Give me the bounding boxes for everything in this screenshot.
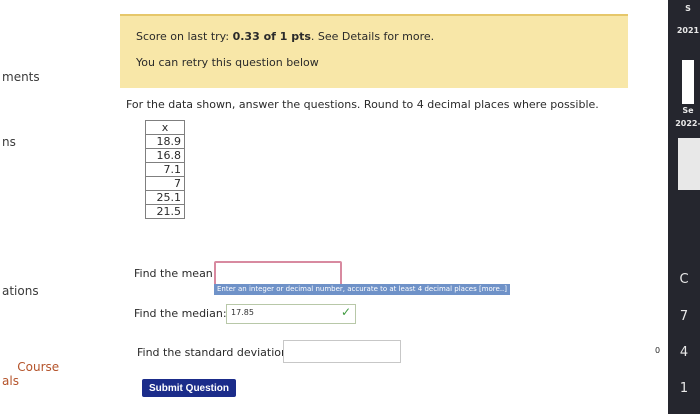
rp-text-se: Se bbox=[682, 106, 694, 115]
sidebar-item-label: Course als bbox=[2, 360, 60, 388]
check-icon: ✓ bbox=[340, 305, 351, 319]
table-row: 7 bbox=[145, 176, 185, 191]
stray-char: 0 bbox=[655, 346, 661, 355]
score-notice: Score on last try: 0.33 of 1 pts. See De… bbox=[120, 14, 628, 88]
table-header-x: x bbox=[145, 120, 185, 135]
sd-input[interactable] bbox=[283, 340, 401, 363]
rp-text-2021: 2021 bbox=[676, 26, 700, 35]
median-label: Find the median: bbox=[134, 307, 227, 320]
table-cell: 18.9 bbox=[145, 134, 185, 149]
score-value: 0.33 of 1 pts bbox=[232, 30, 311, 43]
retry-text: You can retry this question below bbox=[136, 56, 319, 69]
rp-text-2022: 2022- bbox=[675, 119, 700, 128]
question-instructions: For the data shown, answer the questions… bbox=[126, 98, 599, 111]
table-row: 21.5 bbox=[145, 204, 185, 219]
rp-light-block bbox=[678, 138, 700, 190]
rp-number-7[interactable]: 7 bbox=[668, 309, 700, 324]
mean-label: Find the mean: bbox=[134, 267, 217, 280]
right-panel: S 2021 Se 2022- C 7 4 1 bbox=[668, 0, 700, 414]
submit-question-button[interactable]: Submit Question bbox=[142, 379, 236, 397]
table-row: 18.9 bbox=[145, 134, 185, 149]
rp-number-1[interactable]: 1 bbox=[668, 381, 700, 396]
left-sidebar: ments ns ations Course als bbox=[0, 0, 59, 414]
input-hint-tooltip: Enter an integer or decimal number, accu… bbox=[214, 284, 511, 295]
median-value: 17.85 bbox=[231, 308, 254, 317]
sidebar-item-course[interactable]: Course als bbox=[2, 346, 59, 402]
data-table: x 18.9 16.8 7.1 7 25.1 21.5 bbox=[145, 120, 185, 219]
sidebar-item-ns[interactable]: ns bbox=[2, 135, 16, 149]
median-input[interactable]: 17.85 ✓ bbox=[226, 304, 356, 324]
sidebar-item-label: ations bbox=[2, 284, 39, 298]
sidebar-item-label: ments bbox=[2, 70, 40, 84]
table-row: 16.8 bbox=[145, 148, 185, 163]
rp-number-4[interactable]: 4 bbox=[668, 345, 700, 360]
table-row: 25.1 bbox=[145, 190, 185, 205]
sd-label: Find the standard deviation: bbox=[137, 346, 292, 359]
rp-text-s: S bbox=[685, 4, 691, 13]
sidebar-item-label: ns bbox=[2, 135, 16, 149]
sidebar-item-assignments[interactable]: ments bbox=[2, 70, 40, 84]
table-cell: 7.1 bbox=[145, 162, 185, 177]
table-row: 7.1 bbox=[145, 162, 185, 177]
table-header-row: x bbox=[145, 120, 185, 135]
rp-letter-c: C bbox=[679, 272, 689, 287]
table-cell: 21.5 bbox=[145, 204, 185, 219]
rp-white-bar bbox=[682, 60, 694, 104]
table-cell: 7 bbox=[145, 176, 185, 191]
sidebar-item-ations[interactable]: ations bbox=[2, 284, 39, 298]
table-cell: 25.1 bbox=[145, 190, 185, 205]
score-line: Score on last try: 0.33 of 1 pts. See De… bbox=[136, 30, 435, 43]
table-cell: 16.8 bbox=[145, 148, 185, 163]
